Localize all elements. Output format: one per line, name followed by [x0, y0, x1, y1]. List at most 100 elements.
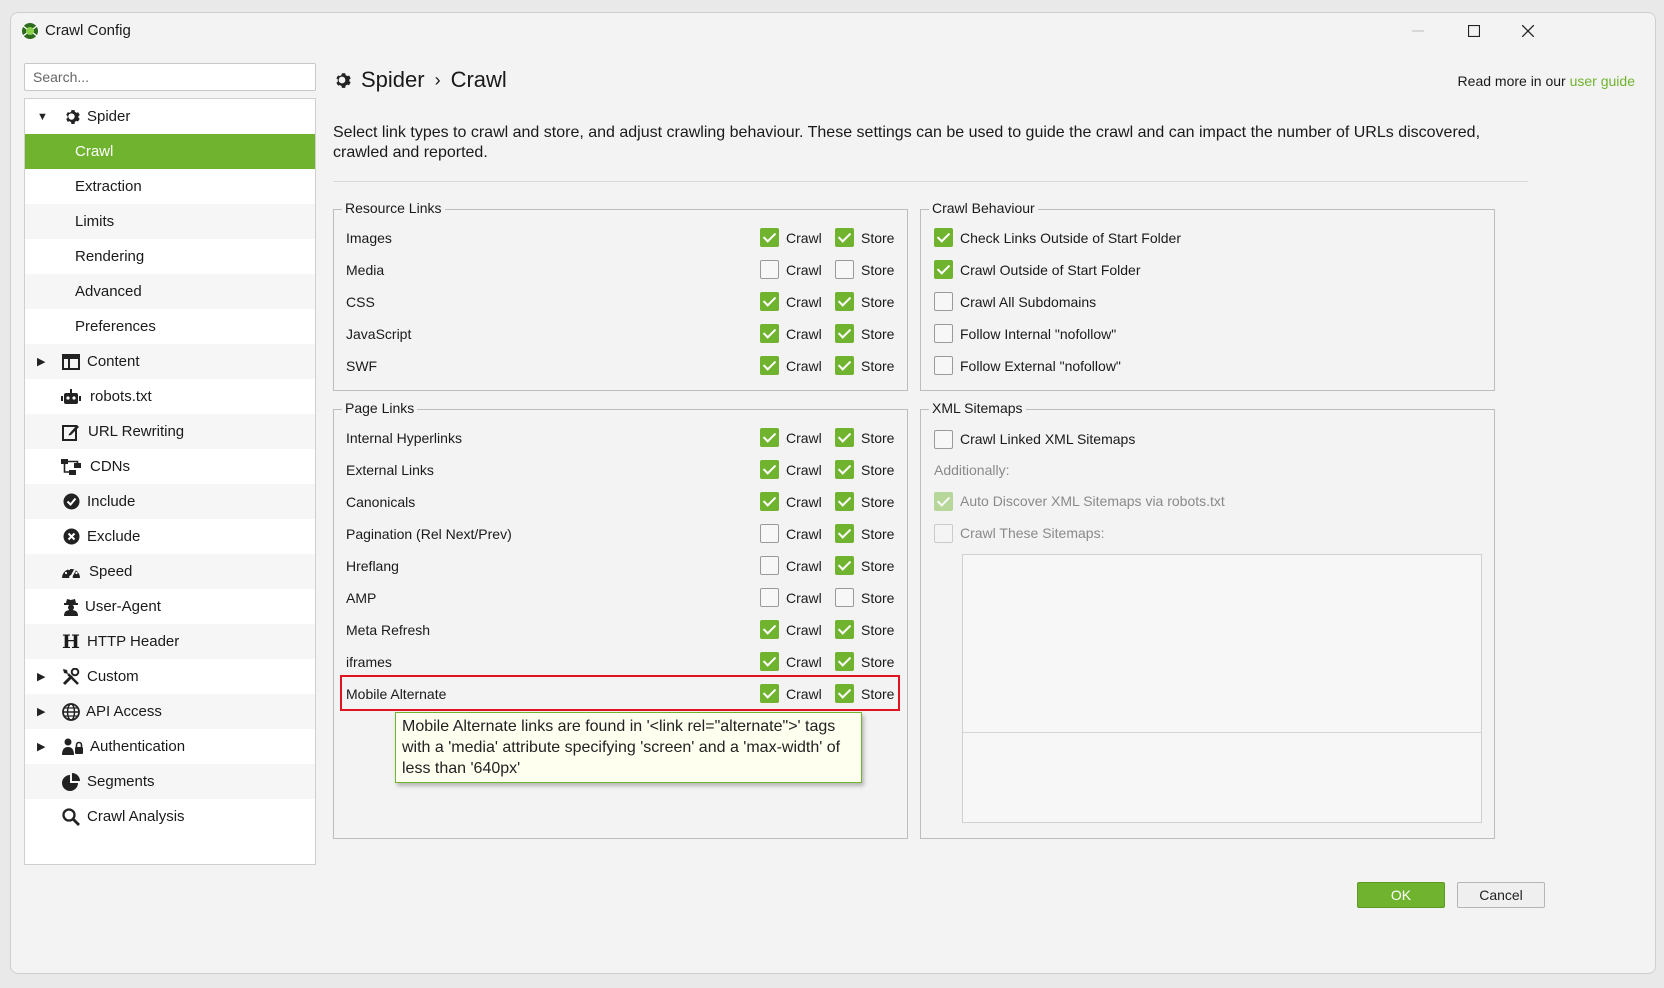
- sidebar-item-limits[interactable]: Limits: [25, 204, 315, 239]
- follow-internal-nofollow-checkbox[interactable]: [934, 324, 953, 343]
- store-checkbox[interactable]: [835, 428, 854, 447]
- maximize-icon: [1468, 25, 1480, 37]
- sidebar-item-api-access[interactable]: ▶ API Access: [25, 694, 315, 729]
- sidebar-item-extraction[interactable]: Extraction: [25, 169, 315, 204]
- ok-button[interactable]: OK: [1357, 882, 1445, 908]
- checkbox-label: Follow Internal "nofollow": [960, 326, 1117, 342]
- sidebar-item-speed[interactable]: Speed: [25, 554, 315, 589]
- breadcrumb: Spider › Crawl: [333, 67, 507, 93]
- sidebar-item-spider[interactable]: ▼ Spider: [25, 99, 315, 134]
- row-label: External Links: [346, 462, 434, 478]
- checkbox-label: Check Links Outside of Start Folder: [960, 230, 1181, 246]
- crawl-checkbox[interactable]: [760, 428, 779, 447]
- group-title: Page Links: [342, 400, 418, 416]
- cancel-button[interactable]: Cancel: [1457, 882, 1545, 908]
- store-label: Store: [861, 230, 895, 246]
- sidebar-search-input[interactable]: [24, 63, 316, 91]
- sidebar-item-user-agent[interactable]: User-Agent: [25, 589, 315, 624]
- row-label: Internal Hyperlinks: [346, 430, 462, 446]
- follow-external-nofollow-checkbox[interactable]: [934, 356, 953, 375]
- crawl-linked-sitemaps-checkbox[interactable]: [934, 430, 953, 449]
- crawl-all-subdomains-checkbox[interactable]: [934, 292, 953, 311]
- store-label: Store: [861, 430, 895, 446]
- crawl-checkbox[interactable]: [760, 588, 779, 607]
- breadcrumb-separator: ›: [434, 69, 441, 90]
- maximize-button[interactable]: [1451, 17, 1497, 45]
- crawl-label: Crawl: [786, 622, 822, 638]
- sidebar-item-custom[interactable]: ▶ Custom: [25, 659, 315, 694]
- crawl-checkbox[interactable]: [760, 292, 779, 311]
- expand-arrow-icon[interactable]: ▶: [37, 740, 47, 753]
- link-row-hreflang: Hreflang Crawl Store: [334, 550, 907, 582]
- sidebar-item-url-rewriting[interactable]: URL Rewriting: [25, 414, 315, 449]
- expand-arrow-icon[interactable]: ▶: [37, 705, 47, 718]
- sidebar-item-crawl[interactable]: Crawl: [25, 134, 315, 169]
- store-checkbox[interactable]: [835, 292, 854, 311]
- sidebar-item-segments[interactable]: Segments: [25, 764, 315, 799]
- sidebar-item-cdns[interactable]: CDNs: [25, 449, 315, 484]
- expand-arrow-icon[interactable]: ▼: [37, 111, 48, 123]
- close-button[interactable]: [1505, 17, 1551, 45]
- store-label: Store: [861, 590, 895, 606]
- tools-icon: [61, 667, 81, 687]
- title-bar: Crawl Config: [11, 13, 1655, 49]
- sidebar-item-label: Crawl: [75, 143, 114, 160]
- sidebar-item-http-header[interactable]: H HTTP Header: [25, 624, 315, 659]
- sidebar-item-crawl-analysis[interactable]: Crawl Analysis: [25, 799, 315, 834]
- behaviour-row-crawl-outside-of-start-folder: Crawl Outside of Start Folder: [921, 254, 1494, 286]
- store-checkbox[interactable]: [835, 228, 854, 247]
- store-checkbox[interactable]: [835, 260, 854, 279]
- sidebar-item-label: Crawl Analysis: [87, 808, 185, 825]
- link-row-iframes: iframes Crawl Store: [334, 646, 907, 678]
- sidebar-item-label: Authentication: [90, 738, 186, 755]
- sidebar-item-preferences[interactable]: Preferences: [25, 309, 315, 344]
- checkbox-label: Crawl These Sitemaps:: [960, 525, 1105, 541]
- crawl-checkbox[interactable]: [760, 524, 779, 543]
- crawl-outside-of-start-folder-checkbox[interactable]: [934, 260, 953, 279]
- store-label: Store: [861, 294, 895, 310]
- crawl-checkbox[interactable]: [760, 324, 779, 343]
- crawl-checkbox[interactable]: [760, 260, 779, 279]
- crawl-label: Crawl: [786, 462, 822, 478]
- sidebar-item-authentication[interactable]: ▶ Authentication: [25, 729, 315, 764]
- store-label: Store: [861, 462, 895, 478]
- window-title: Crawl Config: [45, 22, 131, 39]
- check-links-outside-of-start-folder-checkbox[interactable]: [934, 228, 953, 247]
- expand-arrow-icon[interactable]: ▶: [37, 670, 47, 683]
- auto-discover-sitemaps-checkbox[interactable]: [934, 492, 953, 511]
- crawl-checkbox[interactable]: [760, 556, 779, 575]
- crawl-checkbox[interactable]: [760, 356, 779, 375]
- store-checkbox[interactable]: [835, 356, 854, 375]
- expand-arrow-icon[interactable]: ▶: [37, 355, 47, 368]
- crawl-checkbox[interactable]: [760, 620, 779, 639]
- sidebar-item-advanced[interactable]: Advanced: [25, 274, 315, 309]
- checkbox-label: Crawl All Subdomains: [960, 294, 1097, 310]
- store-checkbox[interactable]: [835, 588, 854, 607]
- minimize-button[interactable]: [1395, 17, 1441, 45]
- store-checkbox[interactable]: [835, 620, 854, 639]
- crawl-checkbox[interactable]: [760, 460, 779, 479]
- row-label: Meta Refresh: [346, 622, 431, 638]
- user-guide-link[interactable]: user guide: [1570, 73, 1635, 89]
- sidebar-item-label: User-Agent: [85, 598, 161, 615]
- app-spider-icon: [22, 23, 38, 39]
- read-more: Read more in our user guide: [1458, 73, 1635, 89]
- crawl-checkbox[interactable]: [760, 492, 779, 511]
- store-checkbox[interactable]: [835, 652, 854, 671]
- sidebar-item-rendering[interactable]: Rendering: [25, 239, 315, 274]
- additionally-label: Additionally:: [934, 462, 1010, 478]
- crawl-checkbox[interactable]: [760, 228, 779, 247]
- sidebar-item-robots-txt[interactable]: robots.txt: [25, 379, 315, 414]
- sidebar-item-content[interactable]: ▶ Content: [25, 344, 315, 379]
- crawl-these-sitemaps-checkbox[interactable]: [934, 524, 953, 543]
- store-checkbox[interactable]: [835, 460, 854, 479]
- store-checkbox[interactable]: [835, 556, 854, 575]
- crawl-checkbox[interactable]: [760, 652, 779, 671]
- store-checkbox[interactable]: [835, 492, 854, 511]
- store-checkbox[interactable]: [835, 524, 854, 543]
- behaviour-row-crawl-all-subdomains: Crawl All Subdomains: [921, 286, 1494, 318]
- store-checkbox[interactable]: [835, 324, 854, 343]
- sitemaps-list-textarea[interactable]: [962, 554, 1482, 823]
- sidebar-item-include[interactable]: Include: [25, 484, 315, 519]
- sidebar-item-exclude[interactable]: Exclude: [25, 519, 315, 554]
